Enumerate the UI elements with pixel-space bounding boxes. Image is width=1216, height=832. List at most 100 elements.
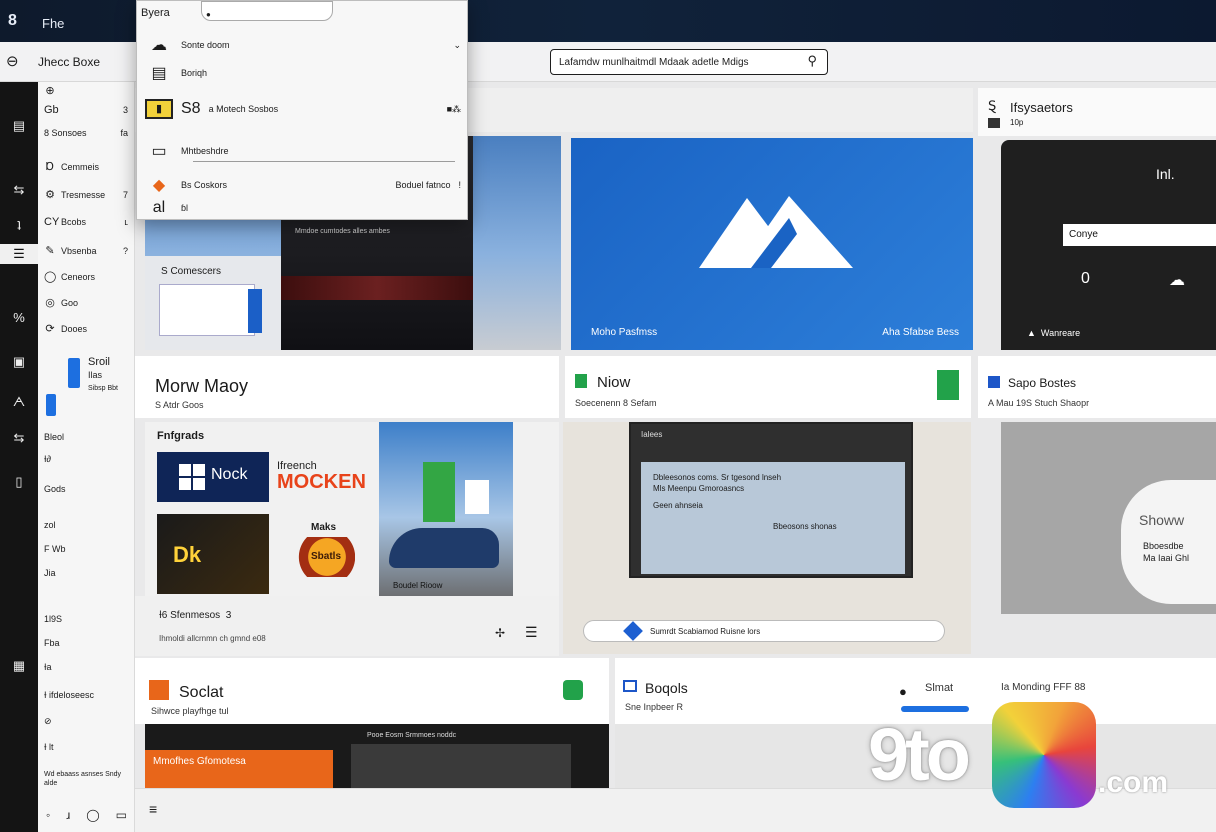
mocken-title: Ifreench MOCKEN bbox=[277, 460, 366, 493]
soclat-panel-header[interactable]: Soclat Sihwce playfhge tul bbox=[135, 658, 609, 724]
top-right-panel[interactable]: Ȿ Ifsysaetors 10p bbox=[978, 88, 1216, 136]
rail-menu-icon[interactable]: ☰ bbox=[0, 244, 38, 264]
sidebar-list-item[interactable]: F Wb bbox=[44, 544, 134, 554]
monitor-photo[interactable]: Ialees Dbleesonos coms. Sr tgesond lnseh… bbox=[563, 422, 971, 654]
refresh-icon: ⟳ bbox=[45, 323, 55, 335]
apple-icon[interactable]: ☁ bbox=[1169, 270, 1185, 290]
rail-sync-icon[interactable]: ⇆ bbox=[0, 182, 38, 198]
watermark-five-tile: 5 bbox=[992, 702, 1096, 808]
window-icon[interactable]: ▭ bbox=[116, 808, 127, 822]
sidebar-list-item[interactable]: Ɨ ifdeloseesc bbox=[44, 690, 134, 700]
rail-font-icon[interactable]: ᗅ bbox=[0, 394, 38, 410]
store-label[interactable]: Sroil Ilas Sibsp Bbt bbox=[88, 356, 118, 395]
sidebar-list-item[interactable]: Bleol bbox=[44, 432, 134, 442]
snack-ad: Maks Sbatls bbox=[285, 522, 369, 582]
windows-box-image bbox=[159, 284, 262, 336]
rail-grid-icon[interactable]: ▦ bbox=[0, 658, 38, 674]
sidebar-item[interactable]: ◎ Goo bbox=[44, 296, 134, 309]
popup-row[interactable]: ▭ Mhtbeshdre bbox=[145, 141, 461, 161]
car-photo: Boudel Rioow bbox=[379, 422, 513, 596]
search-icon[interactable]: ⚲ bbox=[807, 53, 817, 69]
windows-logo-card: Nock bbox=[157, 452, 269, 502]
watermark-dotcom: .com bbox=[1098, 766, 1169, 799]
sidebar-list-item[interactable]: Gods bbox=[44, 484, 134, 494]
edit-icon: ▭ bbox=[151, 143, 167, 160]
popup-row[interactable]: ▤ Boriqh bbox=[145, 63, 461, 83]
soclat-preview[interactable]: Mmofhes Gfomotesa Pooe Eosm Srmmoes nodd… bbox=[145, 724, 609, 788]
news-collage[interactable]: Fnfgrads Nock Ifreench MOCKEN Dk Maks Sba… bbox=[145, 422, 559, 596]
store-small-icon bbox=[46, 394, 56, 416]
dark-promo-card[interactable]: Inl. Conye 0 ☁ ▲ Wanreare bbox=[1001, 140, 1216, 350]
chart-icon: al bbox=[152, 199, 166, 216]
game-cover: Dk bbox=[157, 514, 269, 594]
sidebar-list-item[interactable]: Fba bbox=[44, 638, 134, 648]
news-panel-header[interactable]: Morw Maoy S Atdr Goos bbox=[135, 356, 559, 418]
sidebar-item[interactable]: ✎ Vbsenba? bbox=[44, 244, 134, 257]
sidebar: ⊕ Gb 3 8 Sonsoes fa Ɒ Cemmeis ⚙ Tresmesse 7 C… bbox=[38, 82, 135, 832]
sidebar-item[interactable]: ⊕ bbox=[44, 84, 134, 97]
rail-window-icon[interactable]: ▣ bbox=[0, 354, 38, 370]
popup-row[interactable]: ◆ Bs Coskors Boduel fatnco ! bbox=[145, 175, 461, 195]
sidebar-item[interactable]: 8 Sonsoes fa bbox=[44, 128, 134, 138]
search-box[interactable]: ⚲ bbox=[550, 49, 828, 75]
menu-icon[interactable]: ☰ bbox=[525, 624, 538, 641]
arrow-left-icon[interactable]: ⊖ bbox=[6, 52, 19, 70]
sidebar-list-item[interactable]: ᴢol bbox=[44, 520, 134, 530]
breadcrumb[interactable]: Jhecc Boxe bbox=[38, 55, 100, 69]
icon-rail: ▤ ⇆ ʇ ☰ % ▣ ᗅ ⇆ ▯ ▦ bbox=[0, 82, 38, 832]
sidebar-list-item[interactable]: 1l9S bbox=[44, 614, 134, 624]
star-icon[interactable]: ✢ bbox=[495, 626, 505, 640]
dot-icon[interactable]: ◦ bbox=[46, 808, 50, 822]
sidebar-item[interactable]: Ɒ Cemmeis bbox=[44, 160, 134, 173]
circle-icon[interactable]: 0 bbox=[1081, 270, 1090, 288]
sidebar-item[interactable]: CY Bcobs ʟ bbox=[44, 216, 134, 228]
monitor-search-bar[interactable]: Sumrdt Scabiamod Ruisne lors bbox=[583, 620, 945, 642]
shop-panel-header[interactable]: Sapo Bostes A Mau 19S Stuch Shaopr bbox=[978, 356, 1216, 418]
sidebar-item[interactable]: ◯ Ceneors bbox=[44, 270, 134, 283]
popup-row[interactable]: ☁ Sonte doom ⌄ bbox=[145, 35, 461, 55]
news-footer-title: Ɨ6 Sfenmesos 3 bbox=[159, 610, 232, 621]
sidebar-list-item[interactable]: Ɨa bbox=[44, 662, 134, 672]
sidebar-item[interactable]: ⟳ Dooes bbox=[44, 322, 134, 335]
pin-icon[interactable]: ■⁂ bbox=[447, 104, 461, 115]
popup-row[interactable]: ▮ S8 a Motech Sosbos ■⁂ bbox=[145, 99, 461, 119]
target-icon: ◎ bbox=[45, 297, 55, 309]
rail-panel-icon[interactable]: ▯ bbox=[0, 474, 38, 490]
boqols-logo-icon bbox=[623, 680, 637, 692]
news-footer: Ɨ6 Sfenmesos 3 Ihmoldi allcrnmn ch gmnd … bbox=[135, 596, 559, 656]
watermark-logo: 9to 5 .com bbox=[868, 702, 1198, 812]
item-icon: Gb bbox=[44, 104, 59, 116]
monitor-screen-content: Dbleesonos coms. Sr tgesond lnseh Mls Me… bbox=[641, 462, 905, 574]
gear-icon: ⚙ bbox=[45, 189, 55, 201]
niow-panel-header[interactable]: Niow Soecenenn 8 Sefam bbox=[565, 356, 971, 418]
circle-icon[interactable]: ◯ bbox=[86, 808, 99, 822]
soclat-orange-banner: Mmofhes Gfomotesa bbox=[145, 750, 333, 788]
link-icon[interactable]: ɹ bbox=[66, 808, 70, 822]
book-icon: ▮ bbox=[145, 99, 173, 119]
filter-icon[interactable]: ≡ bbox=[149, 801, 157, 817]
rail-library-icon[interactable]: ▤ bbox=[0, 118, 38, 134]
chevron-down-icon[interactable]: ⌄ bbox=[453, 40, 461, 51]
sidebar-list-item[interactable]: Ɨ∂ bbox=[44, 454, 134, 464]
grid-icon bbox=[937, 370, 959, 400]
hero-red-strip bbox=[281, 276, 473, 300]
rail-percent-icon[interactable]: % bbox=[0, 310, 38, 325]
sidebar-list-item[interactable]: ⊘ bbox=[44, 716, 134, 727]
rail-swap-icon[interactable]: ⇆ bbox=[0, 430, 38, 446]
plus-icon: ⊕ bbox=[45, 85, 55, 97]
sidebar-list-item[interactable]: Jia bbox=[44, 568, 134, 578]
cloud-promo[interactable]: Showw Bboesdbe Ma Iaai Ghl bbox=[1001, 422, 1216, 614]
dark-card-input[interactable]: Conye bbox=[1063, 224, 1216, 246]
sidebar-item[interactable]: ⚙ Tresmesse 7 bbox=[44, 188, 134, 201]
sidebar-list-item[interactable]: Ɨ lt bbox=[44, 742, 134, 752]
rail-text-icon[interactable]: ʇ bbox=[0, 218, 38, 233]
featured-blue-card[interactable]: Moho Pasfmss Aha Sfabse Bess bbox=[571, 138, 973, 350]
window-title: Fhe bbox=[42, 16, 65, 31]
sidebar-item[interactable]: Gb 3 bbox=[44, 104, 134, 116]
search-input[interactable] bbox=[559, 51, 799, 73]
popup-pill[interactable]: ● bbox=[201, 1, 333, 21]
store-icon[interactable] bbox=[68, 358, 80, 388]
popup-row[interactable]: al ɓl bbox=[145, 199, 461, 217]
puzzle-icon[interactable] bbox=[563, 680, 583, 700]
dropdown-popup[interactable]: Byera ● ☁ Sonte doom ⌄ ▤ Boriqh ▮ S8 a M… bbox=[136, 0, 468, 220]
